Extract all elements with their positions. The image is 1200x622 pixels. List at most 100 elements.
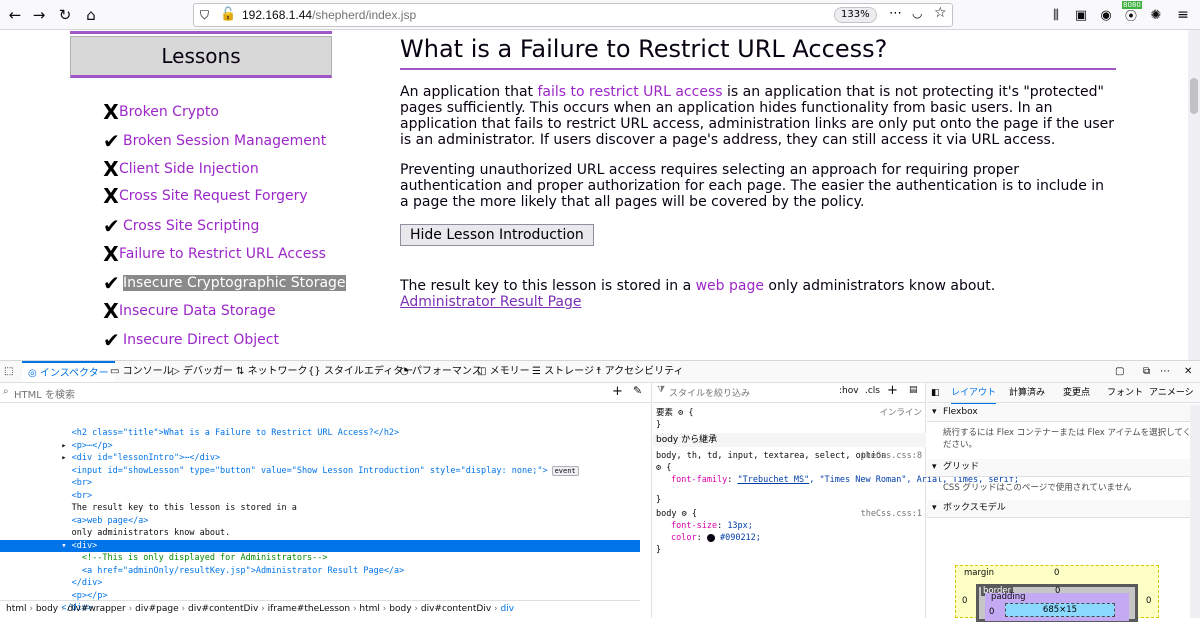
lesson-item[interactable]: ✔ Insecure Direct Object <box>103 328 279 352</box>
tab-computed[interactable]: 計算済み <box>1009 383 1045 403</box>
eyedropper-icon[interactable]: ✎ <box>633 384 642 397</box>
rule1-source-link[interactable]: theCss.css:8 <box>861 450 922 462</box>
sidebar-icon[interactable]: ▣ <box>1070 4 1092 26</box>
responsive-design-icon[interactable]: ▢ <box>1115 361 1124 382</box>
lesson-item[interactable]: X Insecure Data Storage <box>103 299 276 323</box>
lesson-item[interactable]: X Client Side Injection <box>103 157 259 181</box>
tab-style-editor[interactable]: {} スタイルエディター <box>308 361 413 382</box>
lesson-label[interactable]: Insecure Data Storage <box>119 303 276 319</box>
html-search[interactable]: ⌕ HTML を検索 + ✎ <box>0 383 651 403</box>
boxmodel-section-header[interactable]: ▾ ボックスモデル <box>927 500 1200 518</box>
admin-result-link[interactable]: Administrator Result Page <box>400 294 582 310</box>
lesson-label[interactable]: Broken Session Management <box>123 133 326 149</box>
markup-node[interactable]: <input id="showLesson" type="button" val… <box>0 465 640 478</box>
sidebar-scrollbar[interactable] <box>1190 405 1200 618</box>
font-size-declaration[interactable]: font-size: 13px; <box>671 520 939 532</box>
page-actions-icon[interactable]: ⋯ <box>889 6 902 21</box>
lesson-label[interactable]: Insecure Direct Object <box>123 332 279 348</box>
library-icon[interactable]: ⫼ <box>1045 4 1067 26</box>
insecure-lock-icon[interactable]: 🔓 <box>220 7 236 22</box>
markup-node[interactable]: </div> <box>0 577 640 590</box>
hov-toggle[interactable]: :hov <box>839 386 859 396</box>
tab-storage[interactable]: ☰ ストレージ <box>532 361 594 382</box>
tab-debugger[interactable]: ▷ デバッガー <box>172 361 233 382</box>
proxy-extension-icon[interactable]: 8080 ⦿ <box>1120 1 1142 26</box>
lesson-label[interactable]: Broken Crypto <box>119 104 219 120</box>
tab-memory[interactable]: ◫ メモリー <box>477 361 530 382</box>
markup-node[interactable]: <a href="adminOnly/resultKey.jsp">Admini… <box>0 565 640 578</box>
rule1-declaration[interactable]: font-family: "Trebuchet MS", "Times New … <box>671 474 1019 486</box>
padding-left-value[interactable]: 0 <box>989 607 994 617</box>
lesson-item[interactable]: ✔ Insecure Cryptographic Storage <box>103 271 346 295</box>
markup-node[interactable]: ▸ <div id="lessonIntro">⋯</div> <box>0 452 640 465</box>
event-badge[interactable]: event <box>551 465 579 476</box>
breadcrumb-item[interactable]: html <box>359 604 380 614</box>
scrollbar-thumb[interactable] <box>1190 78 1198 114</box>
breadcrumb-item[interactable]: div#contentDiv <box>421 604 491 614</box>
back-icon[interactable]: ← <box>4 4 26 26</box>
url-bar[interactable]: ⛉ 🔓 192.168.1.44/shepherd/index.jsp 133%… <box>193 3 953 27</box>
add-rule-icon[interactable]: + <box>887 383 898 398</box>
tab-accessibility[interactable]: ☨ アクセシビリティ <box>596 361 684 382</box>
zoom-indicator[interactable]: 133% <box>834 7 877 23</box>
lesson-item[interactable]: ✔ Cross Site Scripting <box>103 214 259 238</box>
tab-performance[interactable]: ◔ パフォーマンス <box>400 361 482 382</box>
markup-node[interactable]: only administrators know about. <box>0 527 640 540</box>
lesson-label[interactable]: Failure to Restrict URL Access <box>119 246 326 262</box>
lesson-label[interactable]: Cross Site Scripting <box>123 218 259 234</box>
breadcrumb-item[interactable]: html <box>6 604 27 614</box>
dock-icon[interactable]: ⧉ <box>1143 361 1150 382</box>
home-icon[interactable]: ⌂ <box>80 4 102 26</box>
web-page-link[interactable]: web page <box>696 278 764 294</box>
shield-icon[interactable]: ⛉ <box>200 8 209 23</box>
page-scrollbar[interactable] <box>1188 30 1200 360</box>
fails-to-restrict-link[interactable]: fails to restrict URL access <box>537 84 722 100</box>
breadcrumb-item[interactable]: body <box>389 604 411 614</box>
lesson-label[interactable]: Insecure Cryptographic Storage <box>123 275 346 291</box>
lesson-item[interactable]: ✔ Broken Session Management <box>103 129 326 153</box>
lesson-item[interactable]: X Broken Crypto <box>103 100 219 124</box>
color-declaration[interactable]: color: #090212; <box>671 532 939 544</box>
rule2-source-link[interactable]: theCss.css:1 <box>861 508 922 520</box>
breadcrumb-item[interactable]: div#contentDiv <box>188 604 258 614</box>
markup-node[interactable]: ▸ <p>⋯</p> <box>0 440 640 453</box>
tab-animations[interactable]: アニメーシ <box>1149 383 1194 403</box>
breadcrumb-item[interactable]: div <box>500 604 514 614</box>
tab-layout[interactable]: レイアウト <box>951 383 997 405</box>
tab-network[interactable]: ⇅ ネットワーク <box>236 361 308 382</box>
lesson-label[interactable]: Cross Site Request Forgery <box>119 188 308 204</box>
account-icon[interactable]: ◉ <box>1095 4 1117 26</box>
close-devtools-icon[interactable]: ✕ <box>1184 361 1192 382</box>
styles-filter[interactable]: ⧩ スタイルを絞り込み :hov .cls + ▤ <box>653 383 925 403</box>
pick-element-icon[interactable]: ⬚ <box>4 361 13 382</box>
devtools-menu-icon[interactable]: ⋯ <box>1160 361 1170 382</box>
markup-node[interactable]: <br> <box>0 490 640 503</box>
color-swatch[interactable] <box>706 533 715 542</box>
lesson-label[interactable]: Client Side Injection <box>119 161 259 177</box>
markup-node[interactable]: <a>web page</a> <box>0 515 640 528</box>
hide-lesson-intro-button[interactable]: Hide Lesson Introduction <box>400 224 594 246</box>
menu-icon[interactable]: ≡ <box>1172 4 1194 26</box>
cls-toggle[interactable]: .cls <box>865 386 880 396</box>
lesson-item[interactable]: X Failure to Restrict URL Access <box>103 242 326 266</box>
markup-node[interactable]: <br> <box>0 477 640 490</box>
breadcrumb-item[interactable]: div#page <box>135 604 179 614</box>
tab-inspector[interactable]: ◎ インスペクター <box>22 361 115 382</box>
tab-fonts[interactable]: フォント <box>1107 383 1143 403</box>
margin-top-value[interactable]: 0 <box>1054 568 1059 578</box>
lesson-item[interactable]: X Cross Site Request Forgery <box>103 184 308 208</box>
breadcrumb-item[interactable]: div#wrapper <box>67 604 125 614</box>
tab-console[interactable]: ▭ コンソール <box>110 361 173 382</box>
breadcrumb-item[interactable]: iframe#theLesson <box>268 604 350 614</box>
extension-icon[interactable]: ✺ <box>1145 4 1167 26</box>
bookmark-star-icon[interactable]: ☆ <box>934 5 947 21</box>
print-simulation-icon[interactable]: ▤ <box>909 385 918 395</box>
markup-node[interactable]: The result key to this lesson is stored … <box>0 502 640 515</box>
forward-icon[interactable]: → <box>28 4 50 26</box>
pocket-icon[interactable]: ◡ <box>912 6 922 20</box>
add-node-icon[interactable]: + <box>612 384 623 399</box>
reload-icon[interactable]: ↻ <box>54 4 76 26</box>
markup-node-selected[interactable]: ▾ <div> <box>0 539 640 552</box>
margin-left-value[interactable]: 0 <box>962 596 967 606</box>
margin-right-value[interactable]: 0 <box>1146 596 1151 606</box>
